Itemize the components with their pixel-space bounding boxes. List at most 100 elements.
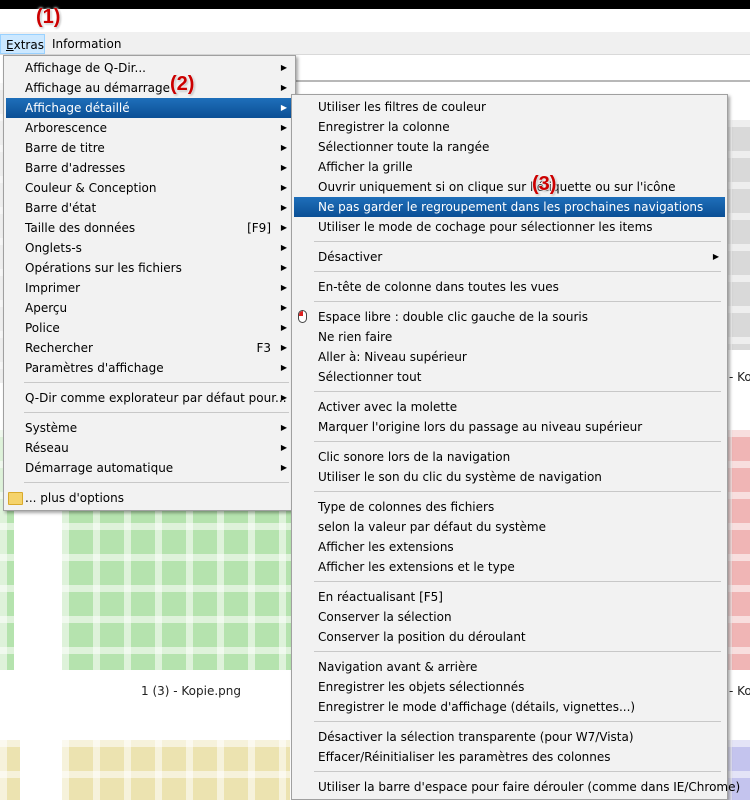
submenu-item-type-de-colonnes-des-fichiers[interactable]: Type de colonnes des fichiers [294,497,725,517]
thumbnail-image[interactable] [725,120,750,350]
menu-bar: Extras Information [0,32,750,55]
menu-separator [24,382,289,383]
menu-item-couleur-conception[interactable]: Couleur & Conception ▶ [6,178,293,198]
menu-information[interactable]: Information [47,34,126,54]
submenu-item-selectionner-tout[interactable]: Sélectionner tout [294,367,725,387]
file-label-partial[interactable]: - Ko [729,370,750,384]
submenu-item-navigation-avant-arriere[interactable]: Navigation avant & arrière [294,657,725,677]
submenu-item-conserver-la-position-du-deroulant[interactable]: Conserver la position du déroulant [294,627,725,647]
menu-item-label: Désactiver la sélection transparente (po… [318,730,634,744]
menu-separator [314,771,721,772]
submenu-item-selectionner-toute-la-rangee[interactable]: Sélectionner toute la rangée [294,137,725,157]
menu-item-rechercher[interactable]: Rechercher F3 ▶ [6,338,293,358]
menu-item-label: Afficher les extensions et le type [318,560,515,574]
submenu-item-afficher-les-extensions[interactable]: Afficher les extensions [294,537,725,557]
submenu-item-ouvrir-uniquement-si-on-clique-sur-l-etiquette-ou-sur-l-icone[interactable]: Ouvrir uniquement si on clique sur l'éti… [294,177,725,197]
menu-item-label: Utiliser la barre d'espace pour faire dé… [318,780,741,794]
submenu-item-marquer-l-origine-lors-du-passage-au-niveau-superieur[interactable]: Marquer l'origine lors du passage au niv… [294,417,725,437]
menu-item-label: Imprimer [25,281,81,295]
menu-item-label: Espace libre : double clic gauche de la … [318,310,589,324]
menu-item-label: ... plus d'options [25,491,124,505]
menu-item-label: Couleur & Conception [25,181,157,195]
menu-item-label: Onglets-s [25,241,82,255]
submenu-item-afficher-la-grille[interactable]: Afficher la grille [294,157,725,177]
submenu-item-enregistrer-les-objets-selectionnes[interactable]: Enregistrer les objets sélectionnés [294,677,725,697]
menu-separator [314,391,721,392]
thumbnail-image[interactable] [62,740,290,800]
menu-item-police[interactable]: Police ▶ [6,318,293,338]
mouse-left-button-icon [299,311,303,316]
submenu-item-utiliser-les-filtres-de-couleur[interactable]: Utiliser les filtres de couleur [294,97,725,117]
submenu-item-en-reactualisant-f5[interactable]: En réactualisant [F5] [294,587,725,607]
menu-item-imprimer[interactable]: Imprimer ▶ [6,278,293,298]
submenu-arrow-icon: ▶ [280,443,287,452]
submenu-item-clic-sonore-lors-de-la-navigation[interactable]: Clic sonore lors de la navigation [294,447,725,467]
submenu-item-aller-a-niveau-superieur[interactable]: Aller à: Niveau supérieur [294,347,725,367]
menu-item-label: Rechercher [25,341,93,355]
file-label[interactable]: 1 (3) - Kopie.png [141,684,241,698]
submenu-arrow-icon: ▶ [280,83,287,92]
menu-item-label: Barre d'adresses [25,161,126,175]
file-label-partial[interactable]: - Ko [729,684,750,698]
menu-item-systeme[interactable]: Système ▶ [6,418,293,438]
menu-item-plus-d-options[interactable]: ... plus d'options [6,488,293,508]
menu-item-label: Ne rien faire [318,330,393,344]
submenu-item-desactiver[interactable]: Désactiver ▶ [294,247,725,267]
menu-item-demarrage-automatique[interactable]: Démarrage automatique ▶ [6,458,293,478]
menu-item-operations-sur-les-fichiers[interactable]: Opérations sur les fichiers ▶ [6,258,293,278]
submenu-arrow-icon: ▶ [280,123,287,132]
menu-item-label: Taille des données [25,221,136,235]
submenu-item-desactiver-la-selection-transparente-pour-w7-vista[interactable]: Désactiver la sélection transparente (po… [294,727,725,747]
menu-extras[interactable]: Extras [0,34,45,54]
menu-item-label: Démarrage automatique [25,461,174,475]
submenu-item-enregistrer-la-colonne[interactable]: Enregistrer la colonne [294,117,725,137]
menu-item-label: selon la valeur par défaut du système [318,520,546,534]
menu-item-onglets-s[interactable]: Onglets-s ▶ [6,238,293,258]
submenu-arrow-icon: ▶ [280,343,287,352]
menu-item-label: Barre de titre [25,141,105,155]
menu-separator [314,651,721,652]
menu-item-affichage-de-q-dir[interactable]: Affichage de Q-Dir... ▶ [6,58,293,78]
menu-separator [314,301,721,302]
menu-item-parametres-d-affichage[interactable]: Paramètres d'affichage ▶ [6,358,293,378]
submenu-arrow-icon: ▶ [712,252,719,261]
menu-item-label: Réseau [25,441,69,455]
submenu-item-effacer-reinitialiser-les-parametres-des-colonnes[interactable]: Effacer/Réinitialiser les paramètres des… [294,747,725,767]
menu-item-label: Utiliser le mode de cochage pour sélecti… [318,220,653,234]
thumbnail-image[interactable] [725,430,750,670]
submenu-item-utiliser-le-mode-de-cochage-pour-selectionner-les-items[interactable]: Utiliser le mode de cochage pour sélecti… [294,217,725,237]
menu-item-barre-de-titre[interactable]: Barre de titre ▶ [6,138,293,158]
menu-item-label: Activer avec la molette [318,400,458,414]
submenu-item-afficher-les-extensions-et-le-type[interactable]: Afficher les extensions et le type [294,557,725,577]
submenu-item-conserver-la-selection[interactable]: Conserver la sélection [294,607,725,627]
submenu-item-ne-pas-garder-le-regroupement-dans-les-prochaines-navigations[interactable]: Ne pas garder le regroupement dans les p… [294,197,725,217]
menu-item-taille-des-donnees[interactable]: Taille des données [F9] ▶ [6,218,293,238]
callout-2: (2) [170,73,195,95]
submenu-item-ne-rien-faire[interactable]: Ne rien faire [294,327,725,347]
submenu-item-espace-libre-double-clic-gauche-de-la-souris[interactable]: Espace libre : double clic gauche de la … [294,307,725,327]
submenu-item-utiliser-la-barre-d-espace-pour-faire-derouler-comme-dans-ie-chrome[interactable]: Utiliser la barre d'espace pour faire dé… [294,777,740,797]
menu-item-label: Affichage de Q-Dir... [25,61,146,75]
menu-item-apercu[interactable]: Aperçu ▶ [6,298,293,318]
menu-item-q-dir-comme-explorateur-par-defaut-pour[interactable]: Q-Dir comme explorateur par défaut pour.… [6,388,293,408]
submenu-item-utiliser-le-son-du-clic-du-systeme-de-navigation[interactable]: Utiliser le son du clic du système de na… [294,467,725,487]
address-area [296,56,750,82]
menu-item-barre-d-etat[interactable]: Barre d'état ▶ [6,198,293,218]
menu-item-reseau[interactable]: Réseau ▶ [6,438,293,458]
menu-item-label: Clic sonore lors de la navigation [318,450,511,464]
submenu-item-activer-avec-la-molette[interactable]: Activer avec la molette [294,397,725,417]
submenu-item-en-tete-de-colonne-dans-toutes-les-vues[interactable]: En-tête de colonne dans toutes les vues [294,277,725,297]
menu-item-label: Aperçu [25,301,68,315]
thumbnail-image[interactable] [0,740,20,800]
menu-item-affichage-detaille[interactable]: Affichage détaillé ▶ [6,98,293,118]
menu-item-label: Afficher la grille [318,160,413,174]
submenu-item-enregistrer-le-mode-d-affichage-details-vignettes[interactable]: Enregistrer le mode d'affichage (détails… [294,697,725,717]
submenu-arrow-icon: ▶ [280,263,287,272]
submenu-arrow-icon: ▶ [280,63,287,72]
menu-separator [314,491,721,492]
menu-item-label: Type de colonnes des fichiers [318,500,495,514]
menu-item-barre-d-adresses[interactable]: Barre d'adresses ▶ [6,158,293,178]
menu-item-arborescence[interactable]: Arborescence ▶ [6,118,293,138]
menu-item-affichage-au-demarrage[interactable]: Affichage au démarrage ▶ [6,78,293,98]
submenu-item-selon-la-valeur-par-defaut-du-systeme[interactable]: selon la valeur par défaut du système [294,517,725,537]
